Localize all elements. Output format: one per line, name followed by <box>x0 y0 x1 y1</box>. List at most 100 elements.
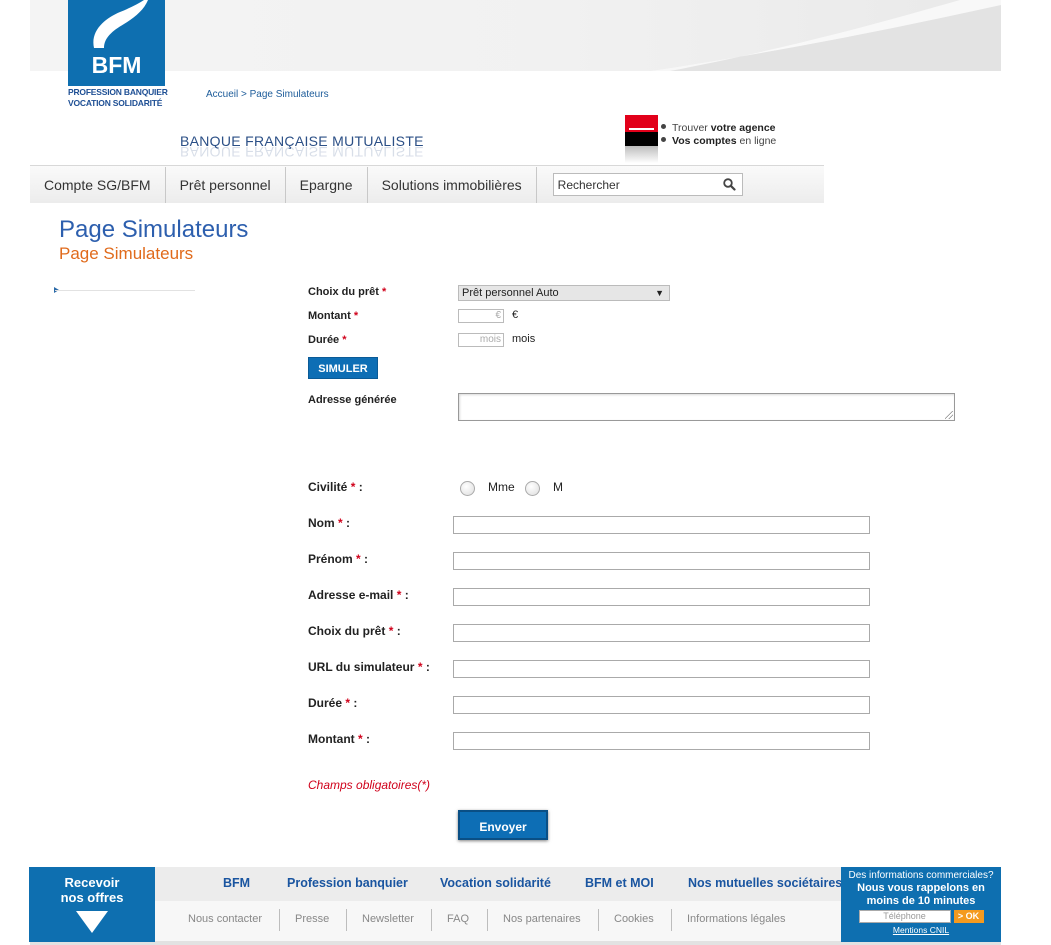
amount-label-text: Montant <box>308 310 351 322</box>
nav-item-epargne[interactable]: Epargne <box>286 166 368 203</box>
footer-separator <box>487 909 488 931</box>
footer-separator <box>671 909 672 931</box>
colon: : <box>355 480 363 494</box>
generated-address-textarea[interactable] <box>458 393 955 421</box>
simulator-url-label: URL du simulateur * : <box>308 660 430 674</box>
online-accounts-suffix: en ligne <box>736 135 777 147</box>
logo-tagline-line1: Profession Banquier <box>68 87 168 97</box>
civility-radio-mme[interactable] <box>460 481 475 496</box>
first-name-input[interactable] <box>453 552 870 570</box>
sg-logo[interactable] <box>625 115 658 163</box>
duration-field-input[interactable] <box>453 696 870 714</box>
footer-link-profession-banquier[interactable]: Profession banquier <box>287 876 408 890</box>
amount-unit: € <box>512 309 519 321</box>
callback-panel: Des informations commerciales? Nous vous… <box>841 867 1001 942</box>
loan-choice-value: Prêt personnel Auto <box>462 287 559 299</box>
colon: : <box>360 552 369 566</box>
duration-field-label: Durée * : <box>308 696 357 710</box>
page-title: Page Simulateurs <box>59 216 249 243</box>
nav-item-pret-personnel[interactable]: Prêt personnel <box>166 166 286 203</box>
colon: : <box>401 588 409 602</box>
dropdown-arrow-icon: ▼ <box>655 288 664 298</box>
bullet-icon <box>661 124 666 129</box>
last-name-input[interactable] <box>453 516 870 534</box>
footer-separator <box>431 909 432 931</box>
search-icon[interactable] <box>722 178 736 191</box>
search-box <box>552 173 743 196</box>
footer-link-cookies[interactable]: Cookies <box>614 913 654 925</box>
breadcrumb[interactable]: Accueil > Page Simulateurs <box>206 89 329 100</box>
logo-tagline-line2: Vocation Solidarité <box>68 98 163 108</box>
footer-link-faq[interactable]: FAQ <box>447 913 469 925</box>
ok-button[interactable]: > OK <box>953 910 984 923</box>
footer-link-contact[interactable]: Nous contacter <box>188 913 262 925</box>
duration-label-text: Durée <box>308 334 340 346</box>
required-mark: * <box>342 334 347 346</box>
loan-choice-label-text: Choix du prêt <box>308 286 379 298</box>
loan-choice-field-label: Choix du prêt * : <box>308 624 401 638</box>
loan-choice-label: Choix du prêt * <box>308 286 386 298</box>
callback-headline-line1: Nous vous rappelons en <box>857 882 985 894</box>
simulate-button[interactable]: SIMULER <box>308 357 378 379</box>
duration-input[interactable]: mois <box>458 333 504 347</box>
footer-separator <box>279 909 280 931</box>
loan-choice-select[interactable]: Prêt personnel Auto ▼ <box>458 285 670 301</box>
email-input[interactable] <box>453 588 870 606</box>
required-mark: * <box>381 286 387 298</box>
amount-label: Montant * <box>308 310 358 322</box>
bank-name-reflection: BANQUE FRANÇAISE MUTUALISTE <box>180 147 424 157</box>
callback-headline-line2: moins de 10 minutes <box>866 895 976 907</box>
nav-item-solutions-immobilieres[interactable]: Solutions immobilières <box>368 166 537 203</box>
callback-info: Des informations commerciales? <box>848 870 994 881</box>
search-input[interactable] <box>553 174 714 195</box>
amount-field-label-text: Montant <box>308 732 355 746</box>
find-agency-link[interactable]: Trouver votre agence <box>661 122 776 135</box>
logo-text: BFM <box>91 52 142 78</box>
first-name-label-text: Prénom <box>308 552 353 566</box>
footer-link-presse[interactable]: Presse <box>295 913 329 925</box>
footer-link-newsletter[interactable]: Newsletter <box>362 913 414 925</box>
callback-headline: Nous vous rappelons en moins de 10 minut… <box>841 882 1001 908</box>
cnil-link[interactable]: Mentions CNIL <box>841 925 1001 935</box>
arrow-down-icon <box>76 911 108 933</box>
email-label-text: Adresse e-mail <box>308 588 394 602</box>
resize-grip-icon[interactable] <box>945 411 953 419</box>
loan-choice-field-label-text: Choix du prêt <box>308 624 386 638</box>
colon: : <box>342 516 351 530</box>
footer-separator <box>598 909 599 931</box>
civility-option-m: M <box>553 480 563 494</box>
receive-offers-button[interactable]: Recevoir nos offres <box>29 867 155 942</box>
duration-unit: mois <box>512 333 536 345</box>
last-name-label: Nom * : <box>308 516 350 530</box>
footer-link-mutuelles[interactable]: Nos mutuelles sociétaires <box>688 876 842 890</box>
header-banner <box>30 0 1001 71</box>
footer-link-informations-legales[interactable]: Informations légales <box>687 913 785 925</box>
receive-offers-line2: nos offres <box>60 890 124 905</box>
submit-button[interactable]: Envoyer <box>458 810 548 840</box>
nav-item-compte[interactable]: Compte SG/BFM <box>30 166 166 203</box>
footer-link-partenaires[interactable]: Nos partenaires <box>503 913 581 925</box>
footer-link-bfm[interactable]: BFM <box>223 876 250 890</box>
phone-input[interactable]: Téléphone <box>858 910 951 923</box>
footer-link-vocation-solidarite[interactable]: Vocation solidarité <box>440 876 551 890</box>
page-subtitle: Page Simulateurs <box>59 244 194 263</box>
find-agency-prefix: Trouver <box>672 122 711 134</box>
online-accounts-link[interactable]: Vos comptes en ligne <box>661 135 776 148</box>
civility-radio-m[interactable] <box>525 481 540 496</box>
footer-separator <box>346 909 347 931</box>
civility-option-mme: Mme <box>488 480 515 494</box>
bfm-logo[interactable]: BFM <box>68 0 165 86</box>
colon: : <box>362 732 371 746</box>
email-label: Adresse e-mail * : <box>308 588 409 602</box>
footer-link-bfm-et-moi[interactable]: BFM et MOI <box>585 876 654 890</box>
amount-field-input[interactable] <box>453 732 870 750</box>
amount-input[interactable]: € <box>458 309 504 323</box>
first-name-label: Prénom * : <box>308 552 368 566</box>
civility-label-text: Civilité <box>308 480 348 494</box>
find-agency-bold: votre agence <box>710 122 776 134</box>
simulator-url-input[interactable] <box>453 660 870 678</box>
bullet-icon <box>661 137 666 142</box>
loan-choice-field-input[interactable] <box>453 624 870 642</box>
sg-logo-reflection <box>625 146 658 163</box>
colon: : <box>393 624 401 638</box>
